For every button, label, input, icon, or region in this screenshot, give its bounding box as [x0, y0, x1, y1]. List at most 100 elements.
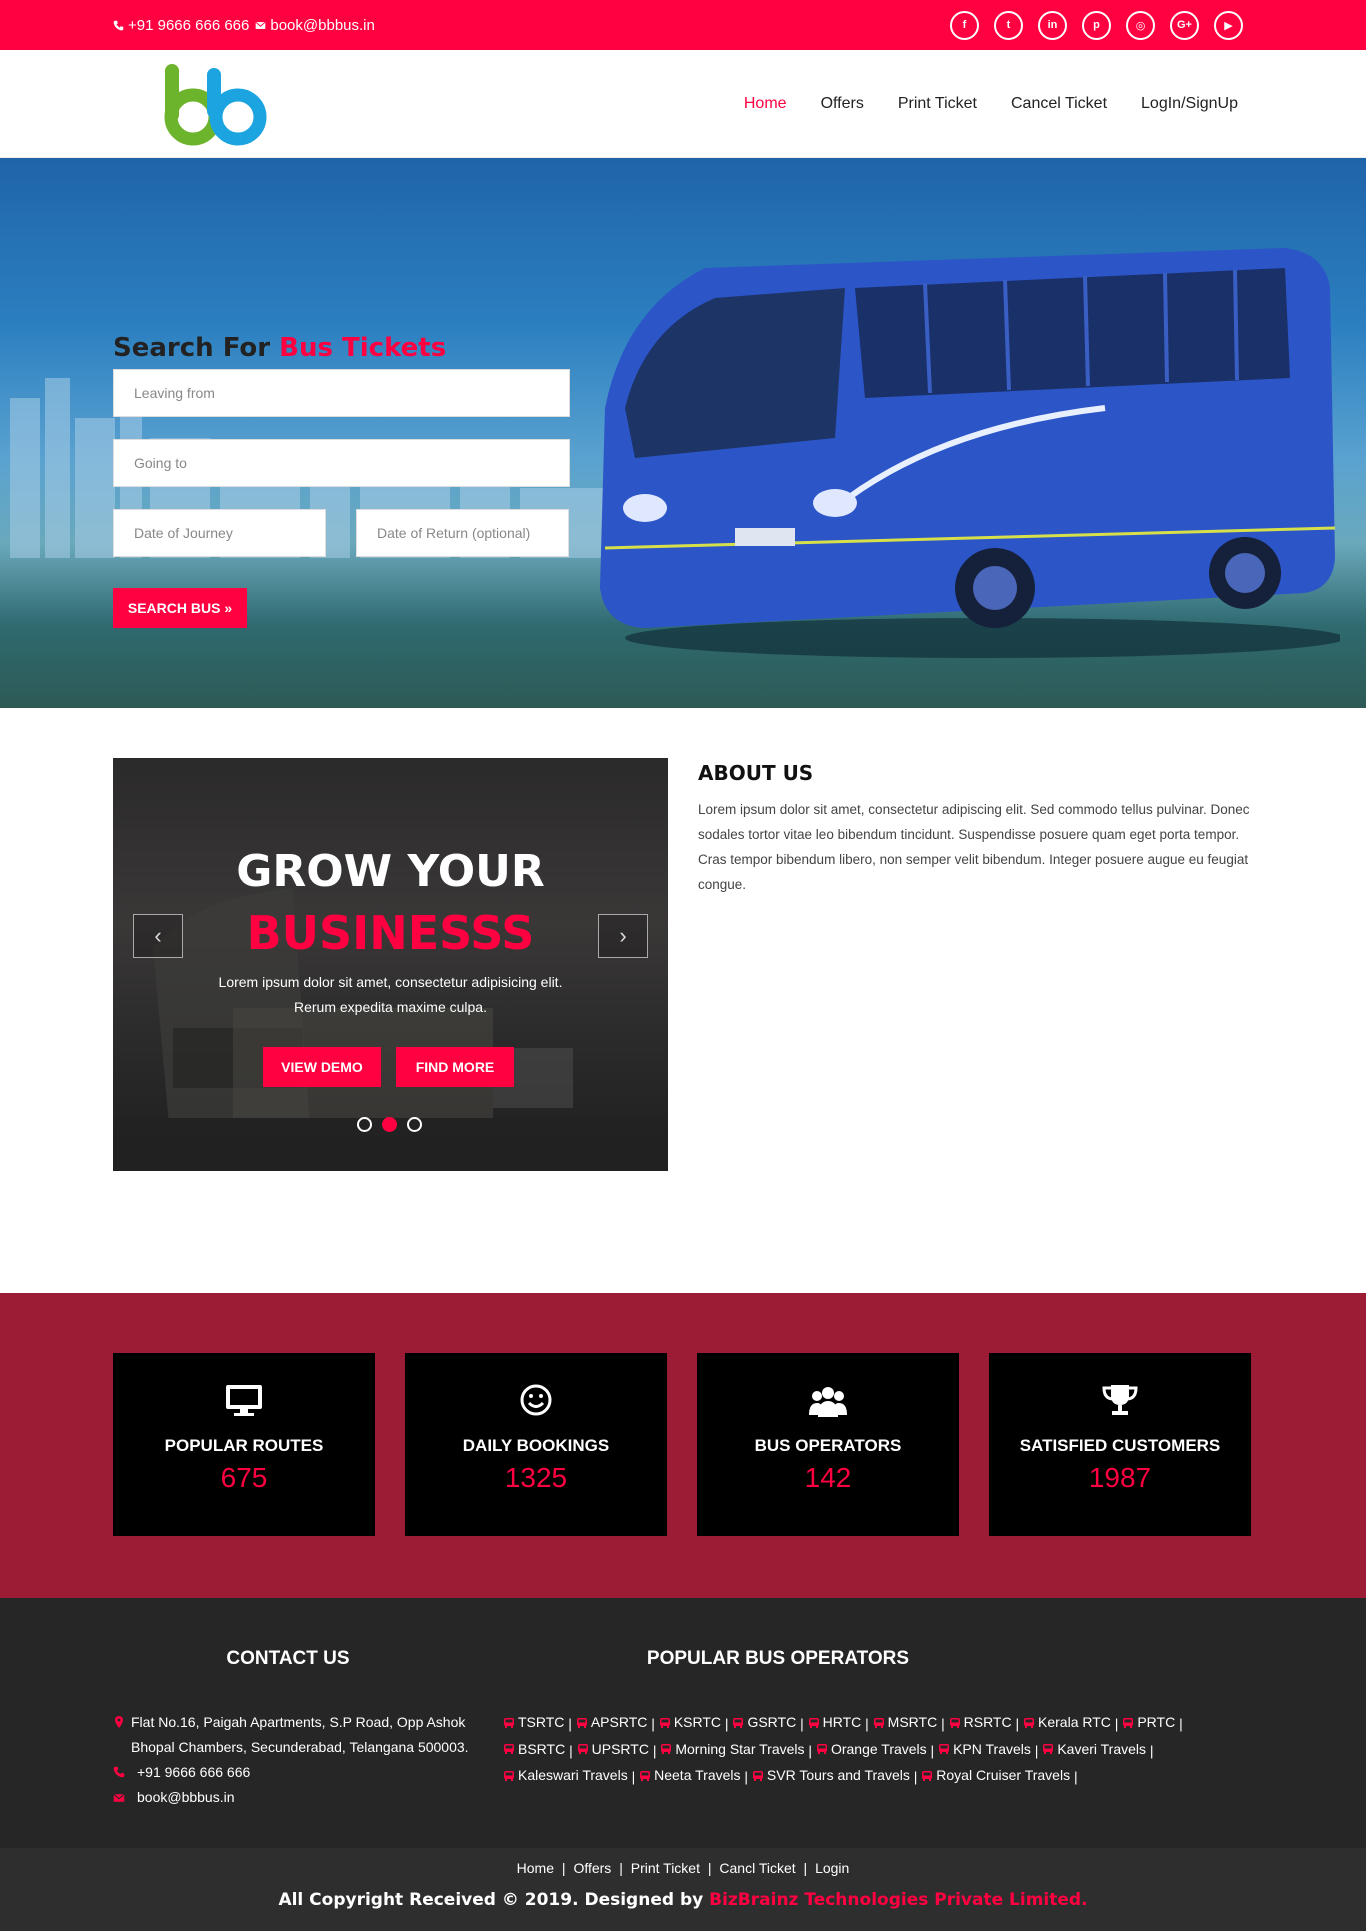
operator-link[interactable]: Neeta Travels [639, 1763, 741, 1788]
footer-link-login[interactable]: Login [815, 1860, 849, 1876]
find-more-button[interactable]: FIND MORE [396, 1047, 514, 1087]
nav-cancel-ticket[interactable]: Cancel Ticket [1011, 95, 1107, 113]
operators-list: TSRTC | APSRTC | KSRTC | GSRTC | HRTC | … [503, 1710, 1183, 1790]
operator-link[interactable]: KPN Travels [938, 1737, 1031, 1762]
operator-link[interactable]: GSRTC [732, 1710, 796, 1735]
pinterest-icon[interactable]: p [1082, 10, 1111, 40]
bus-icon [939, 1744, 950, 1754]
bus-icon [576, 1717, 587, 1728]
chevron-left-icon: ‹ [154, 923, 162, 948]
stat-card-daily-bookings: DAILY BOOKINGS 1325 [405, 1353, 667, 1536]
about-section: GROW YOUR BUSINESSS Lorem ipsum dolor si… [0, 708, 1366, 1293]
operator-link[interactable]: SVR Tours and Travels [752, 1763, 910, 1788]
popular-bus-operators: POPULAR BUS OPERATORS TSRTC | APSRTC | K… [503, 1648, 1183, 1790]
bus-icon [873, 1717, 884, 1728]
bus-icon [1123, 1717, 1134, 1728]
operator-link[interactable]: PRTC [1122, 1710, 1175, 1735]
envelope-icon [255, 21, 267, 29]
operator-link[interactable]: TSRTC [503, 1710, 564, 1735]
bus-icon [577, 1744, 588, 1754]
top-email[interactable]: book@bbbus.in [255, 17, 375, 34]
slider-next-button[interactable]: › [598, 914, 648, 958]
operator-link[interactable]: Royal Cruiser Travels [921, 1763, 1070, 1788]
footer-link-home[interactable]: Home [517, 1860, 554, 1876]
bus-icon [816, 1744, 827, 1754]
date-of-return-input[interactable]: Date of Return (optional) [356, 509, 569, 557]
instagram-icon[interactable]: ◎ [1126, 10, 1155, 40]
slider-prev-button[interactable]: ‹ [133, 914, 183, 958]
slider-title-line1: GROW YOUR [236, 846, 545, 897]
operators-heading: POPULAR BUS OPERATORS [646, 1648, 910, 1669]
bus-icon [640, 1770, 651, 1781]
google-plus-icon[interactable]: G+ [1170, 10, 1199, 40]
bus-icon [504, 1744, 514, 1754]
operator-link[interactable]: BSRTC [503, 1737, 565, 1762]
slider-buttons: VIEW DEMO FIND MORE [263, 1047, 514, 1087]
operator-link[interactable]: UPSRTC [577, 1737, 649, 1762]
contact-us: CONTACT US Flat No.16, Paigah Apartments… [113, 1648, 473, 1810]
slider-title-line2: BUSINESSS [246, 906, 535, 960]
date-of-journey-input[interactable]: Date of Journey [113, 509, 326, 557]
nav-login-signup[interactable]: LogIn/SignUp [1141, 95, 1238, 113]
operator-link[interactable]: RSRTC [949, 1710, 1012, 1735]
footer-link-print-ticket[interactable]: Print Ticket [631, 1860, 700, 1876]
operator-link[interactable]: KSRTC [659, 1710, 721, 1735]
footer-email[interactable]: book@bbbus.in [113, 1785, 473, 1810]
company-link[interactable]: BizBrainz Technologies Private Limited. [709, 1890, 1087, 1910]
bus-icon [922, 1770, 933, 1781]
footer-link-cancl-ticket[interactable]: Cancl Ticket [719, 1860, 795, 1876]
site-header: Home Offers Print Ticket Cancel Ticket LogIn… [0, 50, 1366, 158]
promo-slider: GROW YOUR BUSINESSS Lorem ipsum dolor si… [113, 758, 668, 1171]
view-demo-button[interactable]: VIEW DEMO [263, 1047, 381, 1087]
stat-card-bus-operators: BUS OPERATORS 142 [697, 1353, 959, 1536]
nav-print-ticket[interactable]: Print Ticket [898, 95, 977, 113]
stat-card-popular-routes: POPULAR ROUTES 675 [113, 1353, 375, 1536]
nav-offers[interactable]: Offers [821, 95, 864, 113]
operator-link[interactable]: Kaleswari Travels [503, 1763, 628, 1788]
slider-indicators [357, 1117, 422, 1132]
going-to-input[interactable]: Going to [113, 439, 570, 487]
slider-text: Lorem ipsum dolor sit amet, consectetur … [218, 974, 563, 1015]
about-us: ABOUT US Lorem ipsum dolor sit amet, con… [698, 761, 1258, 897]
nav-home[interactable]: Home [744, 95, 787, 113]
operator-link[interactable]: Kerala RTC [1023, 1710, 1111, 1735]
bus-icon [504, 1770, 514, 1781]
youtube-icon[interactable]: ▶ [1214, 10, 1243, 40]
phone-icon [113, 20, 124, 30]
bus-icon [808, 1717, 819, 1728]
bus-icon [752, 1770, 763, 1781]
footer-link-offers[interactable]: Offers [573, 1860, 611, 1876]
leaving-from-input[interactable]: Leaving from [113, 369, 570, 417]
footer-phone[interactable]: +91 9666 666 666 [113, 1760, 473, 1785]
operator-link[interactable]: HRTC [808, 1710, 861, 1735]
about-heading: ABOUT US [698, 761, 814, 785]
facebook-icon[interactable]: f [950, 10, 979, 40]
operator-link[interactable]: Orange Travels [816, 1737, 927, 1762]
slider-dot-1[interactable] [357, 1117, 372, 1132]
search-bus-button[interactable]: SEARCH BUS » [113, 588, 247, 628]
linkedin-icon[interactable]: in [1038, 10, 1067, 40]
operator-link[interactable]: Morning Star Travels [660, 1737, 805, 1762]
bus-icon [659, 1717, 670, 1728]
footer-links: Home | Offers | Print Ticket | Cancl Tic… [516, 1860, 850, 1876]
footer-bottom: Home | Offers | Print Ticket | Cancl Tic… [0, 1848, 1366, 1931]
copyright: All Copyright Received © 2019. Designed … [278, 1890, 1088, 1910]
top-bar: +91 9666 666 666 book@bbbus.in f t in p ◎ G+ ▶ [0, 0, 1366, 50]
phone-icon [113, 1766, 125, 1778]
top-phone[interactable]: +91 9666 666 666 [113, 17, 249, 34]
bb-logo[interactable] [163, 62, 273, 146]
stat-value: 1987 [1088, 1462, 1152, 1493]
twitter-icon[interactable]: t [994, 10, 1023, 40]
operator-link[interactable]: APSRTC [576, 1710, 647, 1735]
smiley-icon [520, 1384, 552, 1416]
stat-value: 675 [220, 1462, 268, 1493]
hero-banner: Search For Bus Tickets Leaving from Goin… [0, 158, 1366, 708]
bus-icon [733, 1717, 744, 1728]
slider-dot-3[interactable] [407, 1117, 422, 1132]
map-marker-icon [115, 1716, 123, 1728]
operator-link[interactable]: Kaveri Travels [1042, 1737, 1146, 1762]
stat-card-satisfied-customers: SATISFIED CUSTOMERS 1987 [989, 1353, 1251, 1536]
operator-link[interactable]: MSRTC [873, 1710, 937, 1735]
about-body: Lorem ipsum dolor sit amet, consectetur … [698, 802, 1250, 892]
slider-dot-2[interactable] [382, 1117, 397, 1132]
